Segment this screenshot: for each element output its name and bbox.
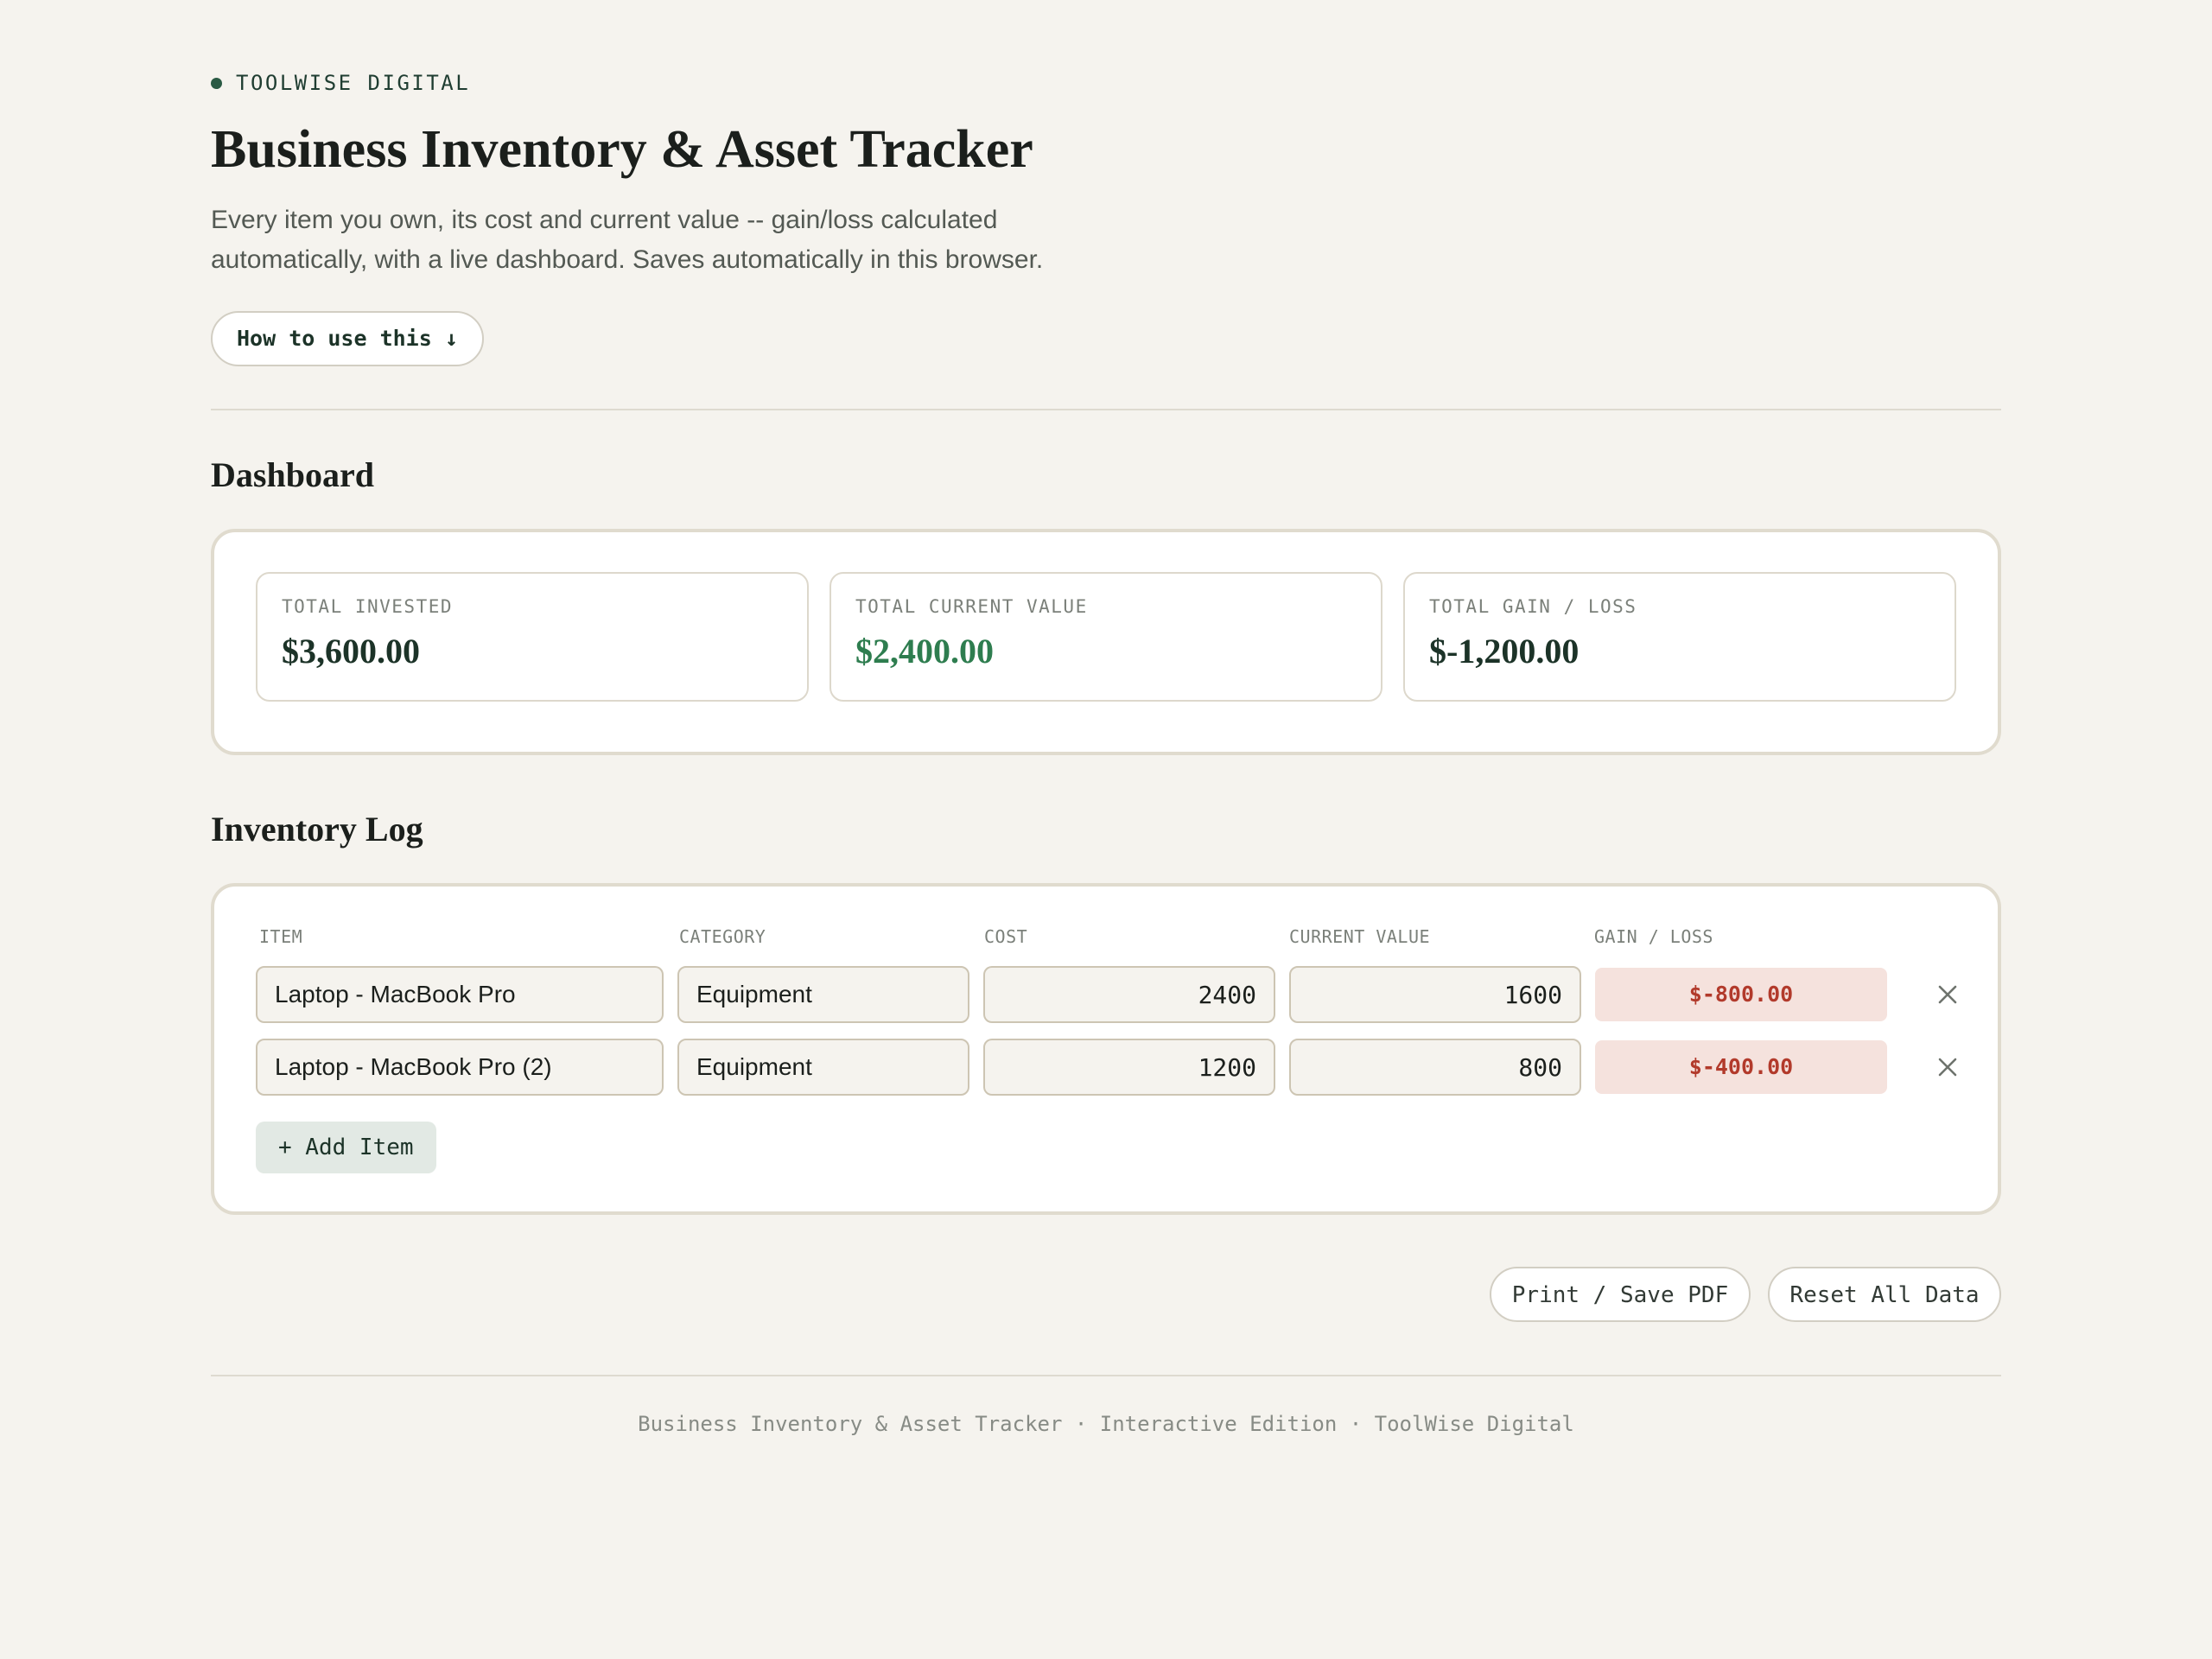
- item-name-input[interactable]: [256, 966, 664, 1023]
- close-icon: [1938, 1058, 1957, 1077]
- page-title: Business Inventory & Asset Tracker: [211, 120, 1033, 179]
- close-icon: [1938, 985, 1957, 1004]
- dashboard-title: Dashboard: [211, 455, 374, 494]
- column-header-category: CATEGORY: [679, 926, 766, 947]
- table-row: $-800.00: [214, 966, 1998, 1023]
- footer-text: Business Inventory & Asset Tracker · Int…: [638, 1412, 1574, 1436]
- stat-label: TOTAL GAIN / LOSS: [1429, 596, 1637, 617]
- cost-input[interactable]: [983, 966, 1275, 1023]
- brand-name: TOOLWISE DIGITAL: [236, 71, 471, 95]
- brand: TOOLWISE DIGITAL: [211, 71, 470, 95]
- stat-value: $2,400.00: [855, 632, 994, 671]
- category-input[interactable]: [677, 966, 969, 1023]
- brand-dot-icon: [211, 77, 222, 89]
- inventory-title: Inventory Log: [211, 810, 423, 849]
- add-item-button[interactable]: + Add Item: [256, 1122, 436, 1173]
- inventory-panel: ITEM CATEGORY COST CURRENT VALUE GAIN / …: [211, 883, 2001, 1215]
- current-value-input[interactable]: [1289, 966, 1581, 1023]
- reset-all-data-button[interactable]: Reset All Data: [1768, 1267, 2001, 1322]
- print-save-pdf-button[interactable]: Print / Save PDF: [1490, 1267, 1751, 1322]
- how-to-use-button[interactable]: How to use this ↓: [211, 311, 484, 366]
- gain-loss-value: $-800.00: [1595, 968, 1887, 1021]
- category-input[interactable]: [677, 1039, 969, 1096]
- footer-divider: [211, 1375, 2001, 1376]
- column-header-gain-loss: GAIN / LOSS: [1594, 926, 1713, 947]
- stat-label: TOTAL CURRENT VALUE: [855, 596, 1088, 617]
- column-header-cost: COST: [984, 926, 1028, 947]
- dashboard-panel: TOTAL INVESTED $3,600.00 TOTAL CURRENT V…: [211, 529, 2001, 755]
- stat-card-total-current-value: TOTAL CURRENT VALUE $2,400.00: [830, 572, 1382, 702]
- column-header-current-value: CURRENT VALUE: [1289, 926, 1431, 947]
- cost-input[interactable]: [983, 1039, 1275, 1096]
- item-name-input[interactable]: [256, 1039, 664, 1096]
- column-header-item: ITEM: [259, 926, 303, 947]
- delete-row-button[interactable]: [1926, 1046, 1969, 1089]
- stat-label: TOTAL INVESTED: [282, 596, 454, 617]
- delete-row-button[interactable]: [1926, 973, 1969, 1016]
- stat-card-total-gain-loss: TOTAL GAIN / LOSS $-1,200.00: [1403, 572, 1956, 702]
- stat-value: $-1,200.00: [1429, 632, 1580, 671]
- gain-loss-value: $-400.00: [1595, 1040, 1887, 1094]
- page-subtitle: Every item you own, its cost and current…: [211, 206, 1044, 274]
- table-row: $-400.00: [214, 1039, 1998, 1096]
- current-value-input[interactable]: [1289, 1039, 1581, 1096]
- stat-card-total-invested: TOTAL INVESTED $3,600.00: [256, 572, 809, 702]
- header-divider: [211, 409, 2001, 410]
- stat-value: $3,600.00: [282, 632, 420, 671]
